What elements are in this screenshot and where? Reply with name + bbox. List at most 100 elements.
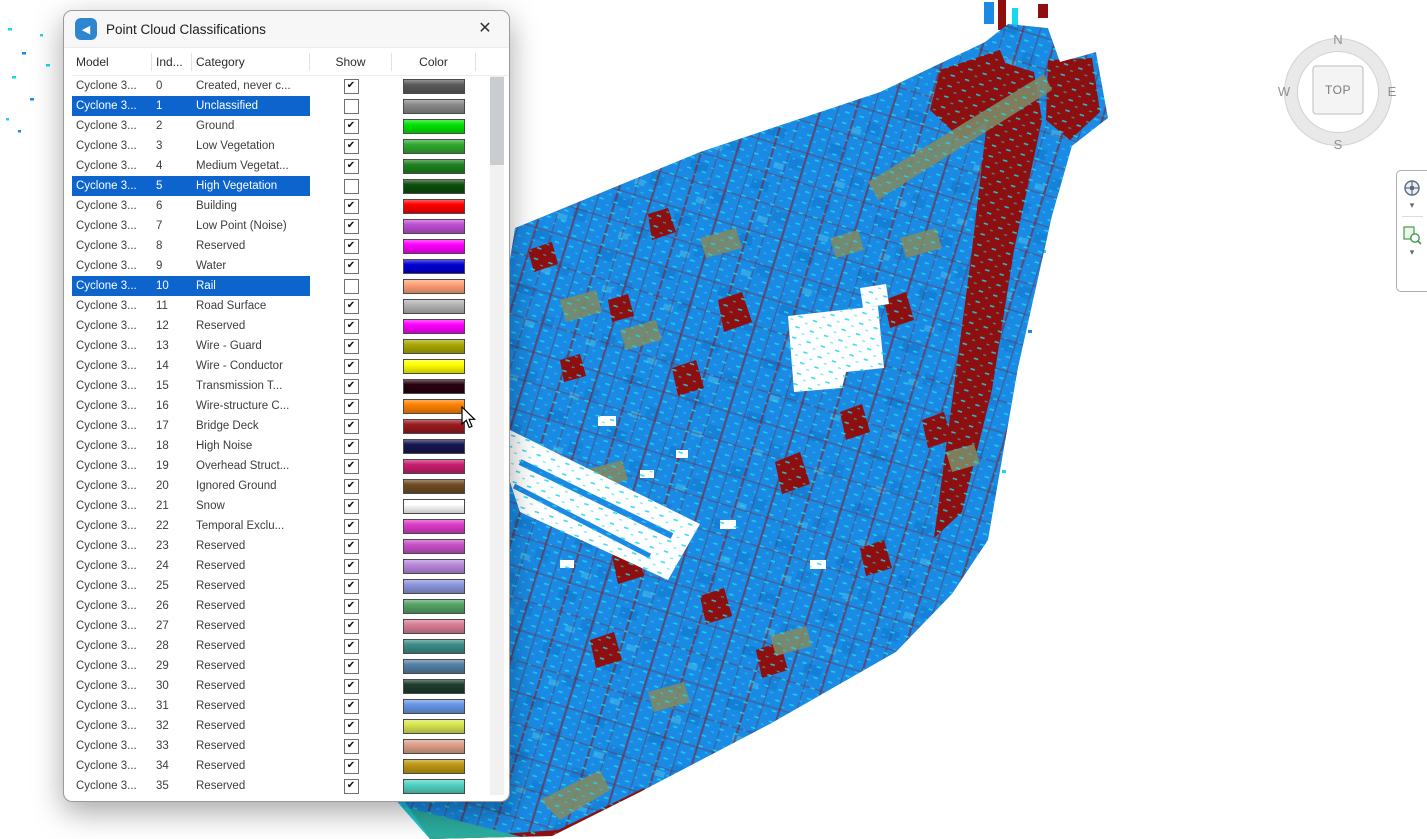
show-checkbox[interactable]: ✔ xyxy=(344,639,359,654)
table-row[interactable]: Cyclone 3...1Unclassified xyxy=(72,96,509,116)
row-selection-area[interactable]: Cyclone 3...2Ground xyxy=(72,116,310,136)
column-header-category[interactable]: Category xyxy=(192,53,310,71)
color-swatch[interactable] xyxy=(403,379,465,394)
table-row[interactable]: Cyclone 3...14Wire - Conductor✔ xyxy=(72,356,509,376)
color-swatch[interactable] xyxy=(403,179,465,194)
color-swatch[interactable] xyxy=(403,759,465,774)
show-checkbox[interactable]: ✔ xyxy=(344,559,359,574)
table-row[interactable]: Cyclone 3...9Water ✔ xyxy=(72,256,509,276)
show-checkbox[interactable]: ✔ xyxy=(344,79,359,94)
row-selection-area[interactable]: Cyclone 3...23Reserved xyxy=(72,536,310,556)
table-row[interactable]: Cyclone 3...5High Vegetation xyxy=(72,176,509,196)
color-swatch[interactable] xyxy=(403,159,465,174)
row-selection-area[interactable]: Cyclone 3...27Reserved xyxy=(72,616,310,636)
show-checkbox[interactable]: ✔ xyxy=(344,299,359,314)
show-checkbox[interactable] xyxy=(344,179,359,194)
show-checkbox[interactable]: ✔ xyxy=(344,499,359,514)
row-selection-area[interactable]: Cyclone 3...21Snow xyxy=(72,496,310,516)
color-swatch[interactable] xyxy=(403,359,465,374)
table-row[interactable]: Cyclone 3...22Temporal Exclu...✔ xyxy=(72,516,509,536)
color-swatch[interactable] xyxy=(403,259,465,274)
row-selection-area[interactable]: Cyclone 3...12Reserved xyxy=(72,316,310,336)
view-cube[interactable]: N W E S TOP xyxy=(1277,28,1399,154)
scrollbar-thumb[interactable] xyxy=(490,77,504,165)
row-selection-area[interactable]: Cyclone 3...26Reserved xyxy=(72,596,310,616)
table-row[interactable]: Cyclone 3...17Bridge Deck✔ xyxy=(72,416,509,436)
table-row[interactable]: Cyclone 3...6Building✔ xyxy=(72,196,509,216)
steering-wheel-button[interactable] xyxy=(1400,176,1424,200)
dialog-titlebar[interactable]: ◀ Point Cloud Classifications ✕ xyxy=(64,11,509,48)
zoom-dropdown[interactable]: ▾ xyxy=(1397,247,1427,259)
color-swatch[interactable] xyxy=(403,619,465,634)
table-row[interactable]: Cyclone 3...19Overhead Struct... ✔ xyxy=(72,456,509,476)
table-row[interactable]: Cyclone 3...31Reserved ✔ xyxy=(72,696,509,716)
row-selection-area[interactable]: Cyclone 3...4Medium Vegetat... xyxy=(72,156,310,176)
table-row[interactable]: Cyclone 3...12Reserved✔ xyxy=(72,316,509,336)
show-checkbox[interactable]: ✔ xyxy=(344,399,359,414)
show-checkbox[interactable]: ✔ xyxy=(344,159,359,174)
column-header-show[interactable]: Show xyxy=(310,53,392,71)
color-swatch[interactable] xyxy=(403,239,465,254)
color-swatch[interactable] xyxy=(403,499,465,514)
row-selection-area[interactable]: Cyclone 3...19Overhead Struct... xyxy=(72,456,310,476)
show-checkbox[interactable]: ✔ xyxy=(344,759,359,774)
viewcube-west-label[interactable]: W xyxy=(1278,84,1291,99)
show-checkbox[interactable]: ✔ xyxy=(344,699,359,714)
zoom-button[interactable] xyxy=(1400,223,1424,247)
color-swatch[interactable] xyxy=(403,459,465,474)
row-selection-area[interactable]: Cyclone 3...32Reserved xyxy=(72,716,310,736)
vertical-scrollbar[interactable] xyxy=(490,75,504,795)
color-swatch[interactable] xyxy=(403,139,465,154)
table-row[interactable]: Cyclone 3...27Reserved✔ xyxy=(72,616,509,636)
show-checkbox[interactable]: ✔ xyxy=(344,739,359,754)
color-swatch[interactable] xyxy=(403,519,465,534)
color-swatch[interactable] xyxy=(403,579,465,594)
table-row[interactable]: Cyclone 3...3Low Vegetation✔ xyxy=(72,136,509,156)
table-row[interactable]: Cyclone 3...35Reserved✔ xyxy=(72,776,509,796)
show-checkbox[interactable]: ✔ xyxy=(344,259,359,274)
color-swatch[interactable] xyxy=(403,559,465,574)
row-selection-area[interactable]: Cyclone 3...15Transmission T... xyxy=(72,376,310,396)
color-swatch[interactable] xyxy=(403,399,465,414)
color-swatch[interactable] xyxy=(403,659,465,674)
row-selection-area[interactable]: Cyclone 3...16Wire-structure C... xyxy=(72,396,310,416)
show-checkbox[interactable]: ✔ xyxy=(344,139,359,154)
color-swatch[interactable] xyxy=(403,639,465,654)
column-header-index[interactable]: Ind... xyxy=(152,53,192,71)
show-checkbox[interactable]: ✔ xyxy=(344,219,359,234)
table-row[interactable]: Cyclone 3...0Created, never c... ✔ xyxy=(72,76,509,96)
row-selection-area[interactable]: Cyclone 3...20Ignored Ground xyxy=(72,476,310,496)
viewcube-north-label[interactable]: N xyxy=(1333,32,1342,47)
show-checkbox[interactable]: ✔ xyxy=(344,679,359,694)
row-selection-area[interactable]: Cyclone 3...17Bridge Deck xyxy=(72,416,310,436)
color-swatch[interactable] xyxy=(403,699,465,714)
color-swatch[interactable] xyxy=(403,79,465,94)
color-swatch[interactable] xyxy=(403,279,465,294)
row-selection-area[interactable]: Cyclone 3...1Unclassified xyxy=(72,96,310,116)
column-header-model[interactable]: Model xyxy=(72,53,152,71)
color-swatch[interactable] xyxy=(403,719,465,734)
row-selection-area[interactable]: Cyclone 3...5High Vegetation xyxy=(72,176,310,196)
color-swatch[interactable] xyxy=(403,99,465,114)
row-selection-area[interactable]: Cyclone 3...14Wire - Conductor xyxy=(72,356,310,376)
table-row[interactable]: Cyclone 3...23Reserved✔ xyxy=(72,536,509,556)
color-swatch[interactable] xyxy=(403,679,465,694)
row-selection-area[interactable]: Cyclone 3...9Water xyxy=(72,256,310,276)
row-selection-area[interactable]: Cyclone 3...8Reserved xyxy=(72,236,310,256)
color-swatch[interactable] xyxy=(403,439,465,454)
table-row[interactable]: Cyclone 3...16Wire-structure C... ✔ xyxy=(72,396,509,416)
table-row[interactable]: Cyclone 3...33Reserved✔ xyxy=(72,736,509,756)
show-checkbox[interactable]: ✔ xyxy=(344,719,359,734)
row-selection-area[interactable]: Cyclone 3...11Road Surface xyxy=(72,296,310,316)
row-selection-area[interactable]: Cyclone 3...24Reserved xyxy=(72,556,310,576)
close-button[interactable]: ✕ xyxy=(471,15,499,43)
color-swatch[interactable] xyxy=(403,479,465,494)
show-checkbox[interactable]: ✔ xyxy=(344,459,359,474)
show-checkbox[interactable] xyxy=(344,279,359,294)
row-selection-area[interactable]: Cyclone 3...0Created, never c... xyxy=(72,76,310,96)
row-selection-area[interactable]: Cyclone 3...31Reserved xyxy=(72,696,310,716)
table-row[interactable]: Cyclone 3...28Reserved✔ xyxy=(72,636,509,656)
table-row[interactable]: Cyclone 3...7Low Point (Noise)✔ xyxy=(72,216,509,236)
table-row[interactable]: Cyclone 3...34Reserved✔ xyxy=(72,756,509,776)
table-row[interactable]: Cyclone 3...13Wire - Guard✔ xyxy=(72,336,509,356)
